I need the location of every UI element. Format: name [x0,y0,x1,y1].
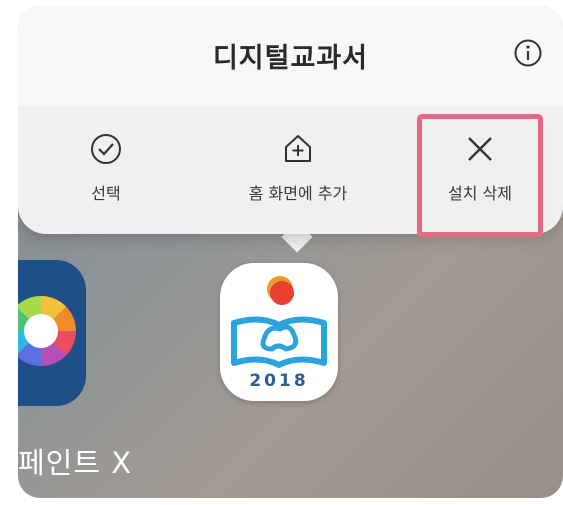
digital-textbook-app-icon[interactable]: 2018 [220,263,338,401]
popup-header: 디지털교과서 [18,6,563,106]
home-screen: 페인트 X 2018 디지털교과서 선택 홈 화면에 추가 설치 삭제 [18,6,563,498]
home-add-icon [285,135,311,162]
select-action-button[interactable]: 선택 [31,132,181,204]
paint-x-app-icon[interactable] [18,260,86,406]
uninstall-highlight-box [417,114,543,237]
paint-x-app-label: 페인트 X [18,446,133,480]
add-to-home-action-button[interactable]: 홈 화면에 추가 [223,132,373,204]
color-wheel-icon [18,296,76,366]
popup-title: 디지털교과서 [212,43,369,74]
select-action-label: 선택 [91,184,121,203]
app-context-menu: 디지털교과서 선택 홈 화면에 추가 설치 삭제 [18,6,563,237]
app-year-label: 2018 [249,371,309,391]
check-circle-icon [91,134,121,164]
add-to-home-action-label: 홈 화면에 추가 [248,184,348,203]
info-circle-icon[interactable] [513,38,543,68]
